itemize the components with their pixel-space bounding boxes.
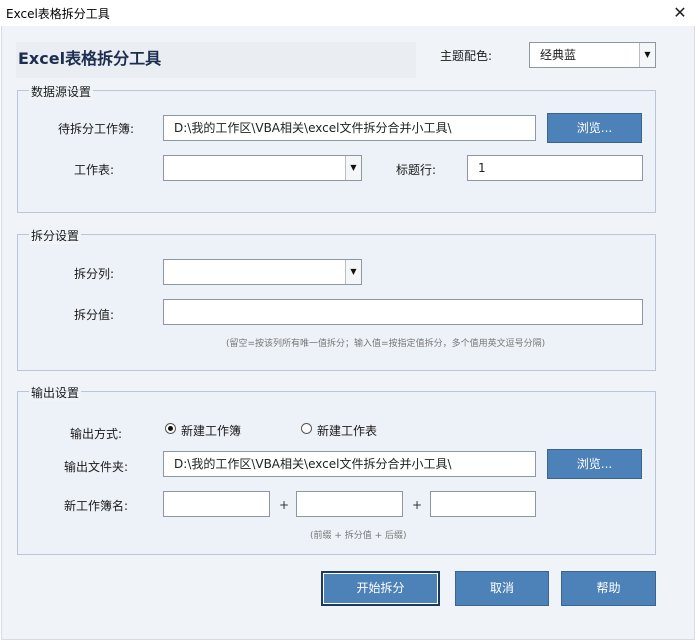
radio-new-sheet[interactable] — [301, 423, 312, 434]
plus-sign-2: + — [412, 498, 423, 512]
sheet-select[interactable]: ▼ — [163, 155, 362, 181]
window-title: Excel表格拆分工具 — [6, 7, 110, 21]
split-value-input[interactable] — [163, 299, 643, 325]
start-split-button[interactable]: 开始拆分 — [321, 571, 440, 606]
name-suffix-input[interactable] — [430, 491, 536, 517]
workbook-name-label: 新工作簿名: — [63, 499, 128, 513]
split-value-label: 拆分值: — [73, 308, 114, 322]
name-prefix-input[interactable] — [163, 491, 270, 517]
chevron-down-icon[interactable]: ▼ — [345, 260, 361, 284]
source-group-title: 数据源设置 — [29, 83, 94, 100]
workbook-label: 待拆分工作簿: — [57, 122, 134, 136]
chevron-down-icon[interactable]: ▼ — [345, 156, 361, 180]
chevron-down-icon[interactable]: ▼ — [639, 43, 655, 67]
split-hint: (留空=按该列所有唯一值拆分；输入值=按指定值拆分，多个值用英文逗号分隔) — [226, 339, 546, 349]
app-heading: Excel表格拆分工具 — [18, 49, 162, 68]
source-browse-button[interactable]: 浏览... — [547, 113, 642, 143]
output-folder-input[interactable]: D:\我的工作区\VBA相关\excel文件拆分合并小工具\ — [163, 451, 536, 477]
radio-new-workbook-label[interactable]: 新建工作簿 — [181, 422, 241, 439]
cancel-button[interactable]: 取消 — [455, 571, 549, 606]
sheet-label: 工作表: — [73, 163, 114, 177]
output-folder-label: 输出文件夹: — [63, 460, 128, 474]
radio-new-workbook[interactable] — [165, 423, 176, 434]
workbook-path-input[interactable]: D:\我的工作区\VBA相关\excel文件拆分合并小工具\ — [163, 115, 536, 141]
theme-select[interactable]: 经典蓝 ▼ — [529, 42, 656, 68]
help-button[interactable]: 帮助 — [561, 571, 656, 606]
close-icon[interactable]: ✕ — [664, 0, 696, 26]
name-middle-input[interactable] — [296, 491, 403, 517]
theme-label: 主题配色: — [440, 49, 493, 63]
source-group — [17, 90, 656, 213]
theme-select-value: 经典蓝 — [540, 48, 577, 62]
radio-new-sheet-label[interactable]: 新建工作表 — [317, 422, 377, 439]
header-row-label: 标题行: — [395, 163, 436, 177]
output-browse-button[interactable]: 浏览... — [547, 449, 642, 479]
split-group-title: 拆分设置 — [29, 227, 82, 244]
name-hint: (前缀 + 拆分值 + 后缀) — [310, 531, 407, 541]
plus-sign-1: + — [279, 498, 290, 512]
output-group-title: 输出设置 — [29, 384, 82, 401]
output-mode-label: 输出方式: — [69, 427, 122, 441]
split-column-label: 拆分列: — [73, 267, 114, 281]
header-row-input[interactable]: 1 — [467, 155, 643, 181]
split-column-select[interactable]: ▼ — [163, 259, 362, 285]
